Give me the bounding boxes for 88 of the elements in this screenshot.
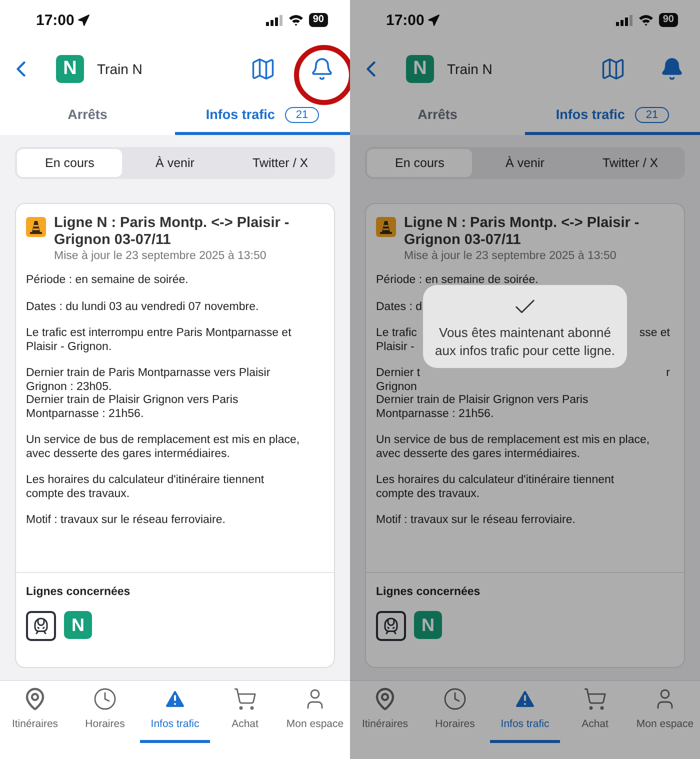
alert-text: Montparnasse : 21h56. [376,408,495,421]
battery-level: 90 [308,13,328,27]
nav-item[interactable]: Infos trafic [490,687,560,743]
alert-text: compte des travaux. [376,488,481,501]
line-badge: N [56,54,84,82]
alert-text: Dates : du lundi 03 au vendredi 07 novembre. [26,300,260,314]
alert-text: sse et [639,327,670,340]
count-badge: 21 [634,106,670,122]
nav-item[interactable]: Itinéraires [0,687,70,743]
alert-text: Dernier t [376,367,420,380]
status-time: 17:00 [36,12,74,28]
signal-icon [266,14,283,26]
clock-icon [93,687,117,711]
alert-text: Dates : d [376,300,422,314]
alert-text: Le trafic [376,327,417,340]
toast-message: Vous êtes maintenant abonné aux infos trafic pour cette ligne. [434,324,616,360]
update-time: Mise à jour le 23 septembre 2025 à 13:50 [54,250,268,262]
screen-title: Train N [447,60,494,76]
tab[interactable]: Arrêts [0,97,175,135]
alert-text: Grignon [376,380,418,394]
section-heading: Lignes concernées [376,586,482,598]
alert-text: compte des travaux. [26,488,131,501]
line-badge: N [406,54,434,82]
traffic-cone-icon [26,217,46,237]
line-badge: N [414,611,442,639]
alert-text: Les horaires du calculateur d'itinéraire tiennent [376,474,616,488]
map-pin-icon [23,687,47,711]
alert-text: Période : en semaine de soirée. [376,274,540,288]
segment-option[interactable]: Twitter / X [578,149,683,177]
nav-item[interactable]: Horaires [420,687,490,743]
alert-text: Un service de bus de remplacement est mis en place, [26,434,301,448]
bell-icon [310,56,334,80]
section-heading: Lignes concernées [26,586,132,598]
selected-indicator [490,740,560,743]
screen-title: Train N [97,60,144,76]
nav-item[interactable]: Infos trafic [140,687,210,743]
selected-indicator [140,740,210,743]
tab[interactable]: Infos trafic 21 [525,97,700,135]
status-time: 17:00 [386,12,424,28]
map-pin-icon [373,687,397,711]
wifi-icon [288,14,304,26]
line-badge: N [64,611,92,639]
train-icon [382,617,400,635]
tab[interactable]: Arrêts [350,97,525,135]
segment-option[interactable]: À venir [472,149,578,177]
alert-text: Plaisir - [376,340,414,354]
nav-item[interactable]: Horaires [70,687,140,743]
clock-icon [443,687,467,711]
signal-icon [616,14,633,26]
nav-item[interactable]: Mon espace [280,687,350,743]
wifi-icon [638,14,654,26]
segment-option[interactable]: Twitter / X [228,149,333,177]
alert-text: Le trafic est interrompu entre Paris Montparnasse et [26,327,292,340]
alert-text: Montparnasse : 21h56. [26,408,145,421]
alert-text: Les horaires du calculateur d'itinéraire tiennent [26,474,266,488]
alert-text: r [666,367,670,380]
cart-icon [583,687,607,711]
location-arrow-icon [427,14,440,26]
update-time: Mise à jour le 23 septembre 2025 à 13:50 [404,250,618,262]
segment-option[interactable]: À venir [122,149,228,177]
alert-text: avec desserte des gares intermédiaires. [376,448,581,461]
cart-icon [233,687,257,711]
bell-icon [660,56,684,80]
location-arrow-icon [77,14,90,26]
nav-item[interactable]: Achat [560,687,630,743]
alert-title: Ligne N : Paris Montp. <-> Plaisir - Grignon 03-07/11 [54,215,290,249]
battery-level: 90 [658,13,678,27]
count-badge: 21 [284,106,320,122]
nav-item[interactable]: Itinéraires [350,687,420,743]
nav-item[interactable]: Achat [210,687,280,743]
alert-text: Période : en semaine de soirée. [26,274,190,288]
alert-text: Grignon : 23h05. [26,380,113,394]
alert-text: Un service de bus de remplacement est mis en place, [376,434,651,448]
traffic-cone-icon [376,217,396,237]
alert-text: Motif : travaux sur le réseau ferroviaire. [376,514,576,528]
alert-text: avec desserte des gares intermédiaires. [26,448,231,461]
train-icon [32,617,50,635]
alert-text: Dernier train de Plaisir Grignon vers Paris [376,394,590,408]
alert-text: Plaisir - Grignon. [26,340,113,354]
segment-option[interactable]: En cours [367,149,472,177]
map-icon [250,56,276,82]
alert-text: Dernier train de Paris Montparnasse vers Plaisir [26,367,272,380]
alert-title: Ligne N : Paris Montp. <-> Plaisir - Grignon 03-07/11 [404,215,640,249]
nav-item[interactable]: Mon espace [630,687,700,743]
alert-text: Dernier train de Plaisir Grignon vers Paris [26,394,240,408]
map-icon [600,56,626,82]
alert-text: Motif : travaux sur le réseau ferroviaire. [26,514,226,528]
segment-option[interactable]: En cours [17,149,122,177]
